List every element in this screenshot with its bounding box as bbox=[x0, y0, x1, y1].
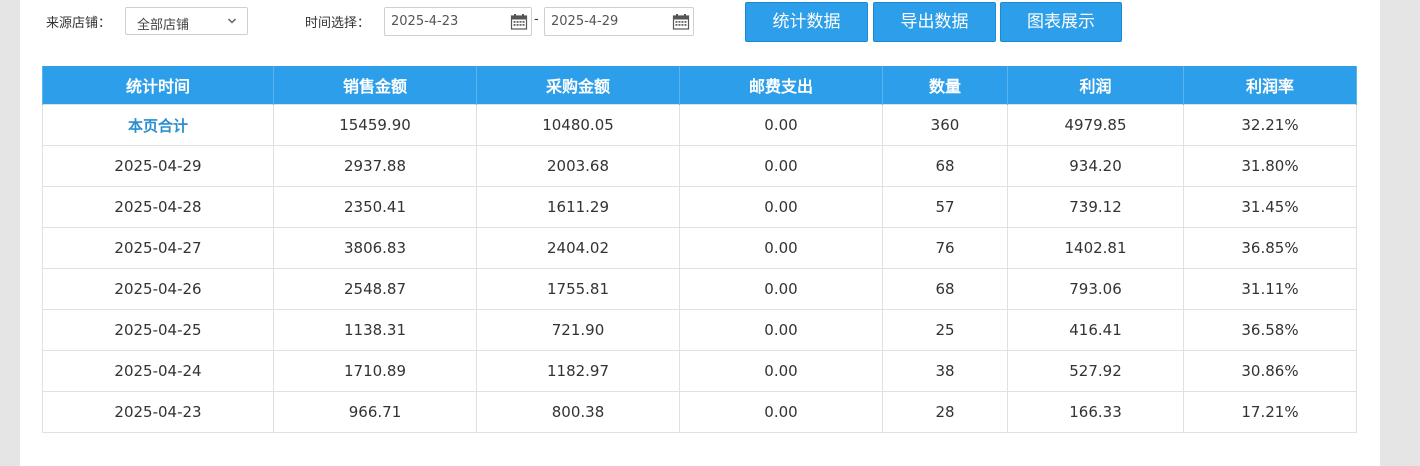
table-cell: 0.00 bbox=[679, 350, 883, 392]
table-row: 2025-04-23 966.71 800.38 0.00 28 166.33 … bbox=[42, 391, 1357, 433]
table-row-total: 本页合计 15459.90 10480.05 0.00 360 4979.85 … bbox=[42, 104, 1357, 146]
table-cell: 2025-04-25 bbox=[42, 309, 274, 351]
table-cell: 934.20 bbox=[1007, 145, 1184, 187]
table-cell: 1402.81 bbox=[1007, 227, 1184, 269]
table-cell: 31.45% bbox=[1183, 186, 1357, 228]
source-store-label: 来源店铺： bbox=[46, 16, 112, 31]
table-cell: 36.58% bbox=[1183, 309, 1357, 351]
date-separator: - bbox=[534, 12, 539, 27]
table-cell: 0.00 bbox=[679, 391, 883, 433]
table-cell: 0.00 bbox=[679, 268, 883, 310]
table-cell: 2548.87 bbox=[273, 268, 477, 310]
table-cell: 966.71 bbox=[273, 391, 477, 433]
table-cell: 527.92 bbox=[1007, 350, 1184, 392]
table-cell: 0.00 bbox=[679, 145, 883, 187]
table-cell: 800.38 bbox=[476, 391, 680, 433]
table-cell: 1755.81 bbox=[476, 268, 680, 310]
table-cell: 2404.02 bbox=[476, 227, 680, 269]
table-cell: 2025-04-27 bbox=[42, 227, 274, 269]
table-cell: 4979.85 bbox=[1007, 104, 1184, 146]
date-from-input[interactable]: 2025-4-23 bbox=[384, 7, 532, 36]
table-cell: 166.33 bbox=[1007, 391, 1184, 433]
table-cell: 32.21% bbox=[1183, 104, 1357, 146]
table-header-row: 统计时间 销售金额 采购金额 邮费支出 数量 利润 利润率 bbox=[42, 66, 1357, 105]
table-cell: 本页合计 bbox=[42, 104, 274, 146]
table-cell: 739.12 bbox=[1007, 186, 1184, 228]
table-cell: 2025-04-26 bbox=[42, 268, 274, 310]
table-cell: 2025-04-28 bbox=[42, 186, 274, 228]
table-cell: 2025-04-23 bbox=[42, 391, 274, 433]
time-select-label: 时间选择： bbox=[305, 16, 371, 31]
table-cell: 0.00 bbox=[679, 104, 883, 146]
table-cell: 38 bbox=[882, 350, 1008, 392]
header-profit-rate[interactable]: 利润率 bbox=[1183, 66, 1357, 105]
table-cell: 57 bbox=[882, 186, 1008, 228]
export-data-button[interactable]: 导出数据 bbox=[873, 2, 996, 42]
table-cell: 2350.41 bbox=[273, 186, 477, 228]
table-cell: 360 bbox=[882, 104, 1008, 146]
table-cell: 0.00 bbox=[679, 309, 883, 351]
table-cell: 36.85% bbox=[1183, 227, 1357, 269]
header-stat-time[interactable]: 统计时间 bbox=[42, 66, 274, 105]
filter-toolbar: 来源店铺： 全部店铺 时间选择： 2025-4-23 - 2025-4-29 统… bbox=[20, 0, 1380, 44]
table-cell: 30.86% bbox=[1183, 350, 1357, 392]
report-panel: 来源店铺： 全部店铺 时间选择： 2025-4-23 - 2025-4-29 统… bbox=[20, 0, 1380, 466]
table-row: 2025-04-29 2937.88 2003.68 0.00 68 934.2… bbox=[42, 145, 1357, 187]
table-row: 2025-04-25 1138.31 721.90 0.00 25 416.41… bbox=[42, 309, 1357, 351]
table-cell: 76 bbox=[882, 227, 1008, 269]
table-cell: 416.41 bbox=[1007, 309, 1184, 351]
table-cell: 10480.05 bbox=[476, 104, 680, 146]
table-cell: 17.21% bbox=[1183, 391, 1357, 433]
table-cell: 68 bbox=[882, 145, 1008, 187]
table-cell: 2003.68 bbox=[476, 145, 680, 187]
table-cell: 2025-04-29 bbox=[42, 145, 274, 187]
table-cell: 793.06 bbox=[1007, 268, 1184, 310]
table-cell: 3806.83 bbox=[273, 227, 477, 269]
table-cell: 2937.88 bbox=[273, 145, 477, 187]
header-sales-amount[interactable]: 销售金额 bbox=[273, 66, 477, 105]
header-purchase-amount[interactable]: 采购金额 bbox=[476, 66, 680, 105]
date-to-input[interactable]: 2025-4-29 bbox=[544, 7, 694, 36]
table-cell: 1710.89 bbox=[273, 350, 477, 392]
table-cell: 721.90 bbox=[476, 309, 680, 351]
calendar-icon[interactable] bbox=[510, 13, 528, 31]
table-row: 2025-04-24 1710.89 1182.97 0.00 38 527.9… bbox=[42, 350, 1357, 392]
statistics-table: 统计时间 销售金额 采购金额 邮费支出 数量 利润 利润率 本页合计 15459… bbox=[42, 66, 1357, 433]
table-cell: 28 bbox=[882, 391, 1008, 433]
table-cell: 1138.31 bbox=[273, 309, 477, 351]
calendar-icon[interactable] bbox=[672, 13, 690, 31]
chevron-down-icon bbox=[228, 18, 236, 24]
chart-display-button[interactable]: 图表展示 bbox=[1000, 2, 1122, 42]
source-store-value: 全部店铺 bbox=[137, 18, 190, 33]
table-cell: 31.11% bbox=[1183, 268, 1357, 310]
table-row: 2025-04-26 2548.87 1755.81 0.00 68 793.0… bbox=[42, 268, 1357, 310]
table-cell: 25 bbox=[882, 309, 1008, 351]
header-profit[interactable]: 利润 bbox=[1007, 66, 1184, 105]
date-to-value: 2025-4-29 bbox=[551, 14, 619, 29]
table-row: 2025-04-28 2350.41 1611.29 0.00 57 739.1… bbox=[42, 186, 1357, 228]
header-postage[interactable]: 邮费支出 bbox=[679, 66, 883, 105]
table-cell: 31.80% bbox=[1183, 145, 1357, 187]
table-cell: 68 bbox=[882, 268, 1008, 310]
source-store-select[interactable]: 全部店铺 bbox=[125, 7, 248, 35]
date-from-value: 2025-4-23 bbox=[391, 14, 459, 29]
stats-data-button[interactable]: 统计数据 bbox=[745, 2, 868, 42]
header-quantity[interactable]: 数量 bbox=[882, 66, 1008, 105]
table-cell: 1182.97 bbox=[476, 350, 680, 392]
table-cell: 15459.90 bbox=[273, 104, 477, 146]
table-row: 2025-04-27 3806.83 2404.02 0.00 76 1402.… bbox=[42, 227, 1357, 269]
table-cell: 1611.29 bbox=[476, 186, 680, 228]
table-cell: 0.00 bbox=[679, 227, 883, 269]
table-cell: 2025-04-24 bbox=[42, 350, 274, 392]
table-cell: 0.00 bbox=[679, 186, 883, 228]
